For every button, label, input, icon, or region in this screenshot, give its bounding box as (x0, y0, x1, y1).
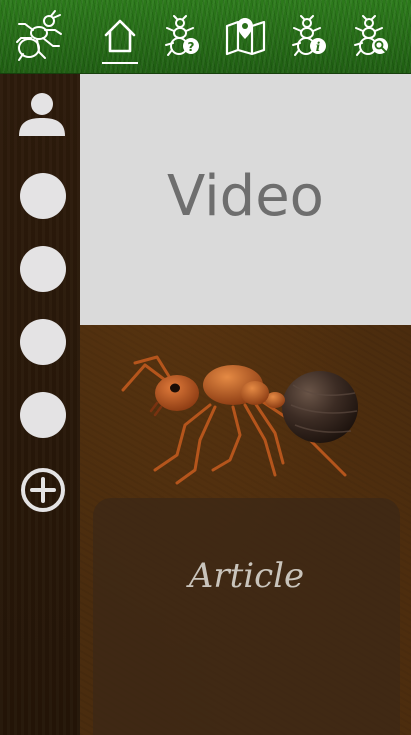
top-nav-bar: ? i (0, 0, 411, 74)
bug-question-icon: ? (165, 15, 199, 56)
ant-illustration (121, 355, 358, 485)
article-label: Article (188, 556, 305, 596)
add-profile-button[interactable] (19, 466, 67, 514)
bug-info-icon: i (292, 15, 326, 56)
map-pin-icon (225, 18, 266, 56)
nav-map-button[interactable] (221, 6, 271, 66)
profile-slot-4[interactable] (20, 392, 66, 438)
svg-text:?: ? (188, 40, 195, 54)
nav-info-button[interactable]: i (284, 6, 334, 66)
video-label: Video (167, 164, 324, 229)
article-card[interactable]: Article (93, 498, 400, 735)
bug-search-icon (354, 15, 388, 56)
add-circle-icon (21, 468, 65, 512)
video-placeholder[interactable]: Video (80, 74, 411, 325)
nav-identify-button[interactable]: ? (157, 6, 207, 66)
nav-search-button[interactable] (347, 6, 397, 66)
user-icon (19, 93, 65, 136)
sidebar (0, 74, 80, 735)
profile-slot-3[interactable] (20, 319, 66, 365)
svg-text:i: i (316, 40, 321, 54)
home-icon (104, 19, 136, 53)
profile-slot-1[interactable] (20, 173, 66, 219)
profile-slot-2[interactable] (20, 246, 66, 292)
ant-logo-button[interactable] (15, 6, 65, 66)
nav-home-button[interactable] (95, 6, 145, 66)
home-selected-indicator (102, 62, 138, 64)
profile-button[interactable] (18, 88, 66, 138)
ant-logo-icon (16, 10, 62, 61)
